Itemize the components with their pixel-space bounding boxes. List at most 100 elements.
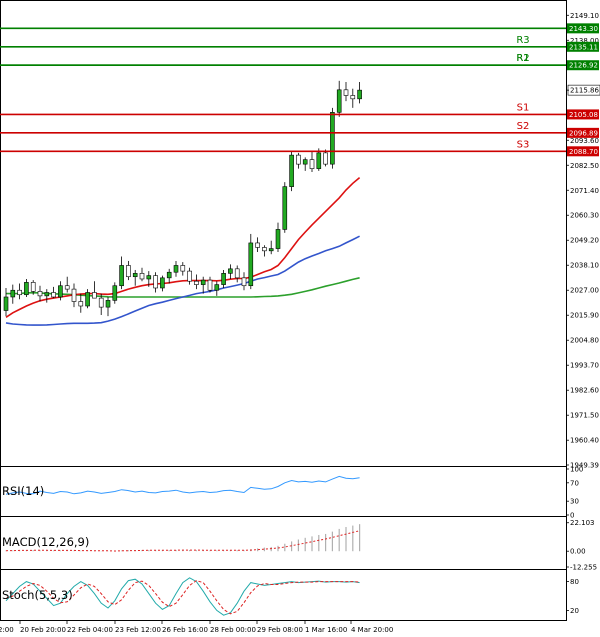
- price-tick-label: 1982.60: [570, 387, 599, 395]
- time-tick-label: 2:00: [0, 626, 14, 634]
- time-tick-label: 29 Feb 08:00: [257, 626, 303, 634]
- candle: [214, 281, 220, 296]
- time-tick-label: 4 Mar 20:00: [351, 626, 393, 634]
- rsi-tick-label: 30: [570, 498, 579, 506]
- candle-body: [350, 95, 356, 100]
- candle: [248, 233, 254, 290]
- candle-body: [10, 289, 16, 298]
- s3-label: S3: [517, 139, 530, 150]
- time-axis: 2:00 20 Feb 20:00 22 Feb 04:00 23 Feb 12:00…: [0, 621, 393, 634]
- candle: [282, 182, 288, 233]
- candle-body: [282, 186, 288, 230]
- candle: [173, 260, 179, 277]
- rsi-tick-label: 70: [570, 479, 579, 487]
- candle-body: [275, 229, 281, 249]
- candle: [44, 289, 50, 303]
- candle: [24, 278, 29, 297]
- price-tick-label: 2038.10: [570, 262, 599, 270]
- top-level-price-label: 2143.30: [569, 25, 598, 33]
- time-tick-label: 20 Feb 20:00: [20, 626, 66, 634]
- time-tick-label: 23 Feb 12:00: [115, 626, 161, 634]
- macd-tick-label: 0.00: [570, 548, 586, 556]
- candle: [78, 293, 84, 313]
- time-tick-label: 22 Feb 04:00: [67, 626, 113, 634]
- price-tick-label: 2115.86: [570, 87, 599, 95]
- candle: [268, 240, 274, 255]
- candle-body: [3, 296, 9, 311]
- candle-body: [51, 292, 56, 298]
- candle: [153, 272, 158, 293]
- price-tick-label: 2004.80: [570, 337, 599, 345]
- candle: [343, 81, 349, 102]
- candle: [228, 264, 233, 279]
- candle-body: [323, 152, 328, 165]
- candle: [51, 286, 56, 299]
- r1-label: R1: [516, 53, 529, 64]
- candle: [105, 296, 111, 317]
- candle-body: [302, 159, 308, 165]
- candle: [132, 269, 138, 286]
- candle-body: [336, 89, 342, 113]
- candle-body: [241, 277, 247, 287]
- candle: [309, 151, 315, 173]
- candle: [112, 282, 118, 304]
- candle-body: [24, 282, 29, 296]
- candle-body: [98, 297, 104, 308]
- candle: [126, 260, 131, 281]
- candle-body: [309, 159, 315, 169]
- candle-body: [78, 301, 84, 307]
- candle-body: [126, 265, 131, 278]
- price-tick-label: 1993.70: [570, 362, 599, 370]
- candle-body: [296, 154, 301, 165]
- candle-body: [255, 242, 260, 248]
- candle-body: [85, 292, 90, 307]
- price-tick-label: 2093.60: [570, 137, 599, 145]
- price-tick-label: 1971.50: [570, 412, 599, 420]
- stoch-label: Stoch(5,5,3): [2, 588, 73, 602]
- r3-label: R3: [516, 35, 529, 46]
- price-tick-label: 2015.90: [570, 312, 599, 320]
- candle-body: [187, 270, 192, 282]
- candle-body: [153, 275, 158, 289]
- candle: [302, 157, 308, 171]
- s3-price-label: 2088.70: [569, 148, 598, 156]
- candle: [336, 80, 342, 117]
- candle: [64, 276, 70, 293]
- price-tick-label: 2149.10: [570, 12, 599, 20]
- candle: [255, 237, 260, 252]
- s1-price-label: 2105.08: [569, 111, 598, 119]
- candle-body: [64, 285, 70, 290]
- candle-body: [221, 273, 226, 285]
- candle-body: [262, 247, 267, 252]
- price-tick-label: 2082.50: [570, 162, 599, 170]
- candle-body: [234, 268, 240, 279]
- candle: [330, 107, 335, 169]
- rsi-line: [5, 475, 360, 495]
- candle: [350, 88, 356, 108]
- candle-body: [207, 279, 213, 291]
- candle-body: [58, 285, 63, 298]
- candle-body: [132, 273, 138, 278]
- candle-body: [17, 289, 22, 296]
- candle-body: [173, 265, 179, 273]
- candle-body: [194, 280, 199, 285]
- price-tick-label: 2049.20: [570, 237, 599, 245]
- price-tick-label: 1960.40: [570, 437, 599, 445]
- candle-body: [146, 275, 152, 280]
- candle: [275, 222, 281, 252]
- candle-body: [119, 265, 124, 287]
- candle: [194, 274, 199, 290]
- candle-body: [37, 291, 43, 297]
- s2-price-label: 2096.89: [569, 129, 598, 137]
- candle-body: [248, 242, 254, 287]
- candle-body: [112, 285, 118, 301]
- price-tick-label: 2071.40: [570, 187, 599, 195]
- price-tick-label: 2027.00: [570, 287, 599, 295]
- candle: [71, 283, 77, 308]
- s2-label: S2: [517, 121, 530, 132]
- candle: [262, 245, 267, 257]
- candle-body: [180, 265, 186, 272]
- candle: [10, 284, 16, 304]
- moving-averages: [5, 176, 361, 326]
- candle-body: [71, 288, 77, 302]
